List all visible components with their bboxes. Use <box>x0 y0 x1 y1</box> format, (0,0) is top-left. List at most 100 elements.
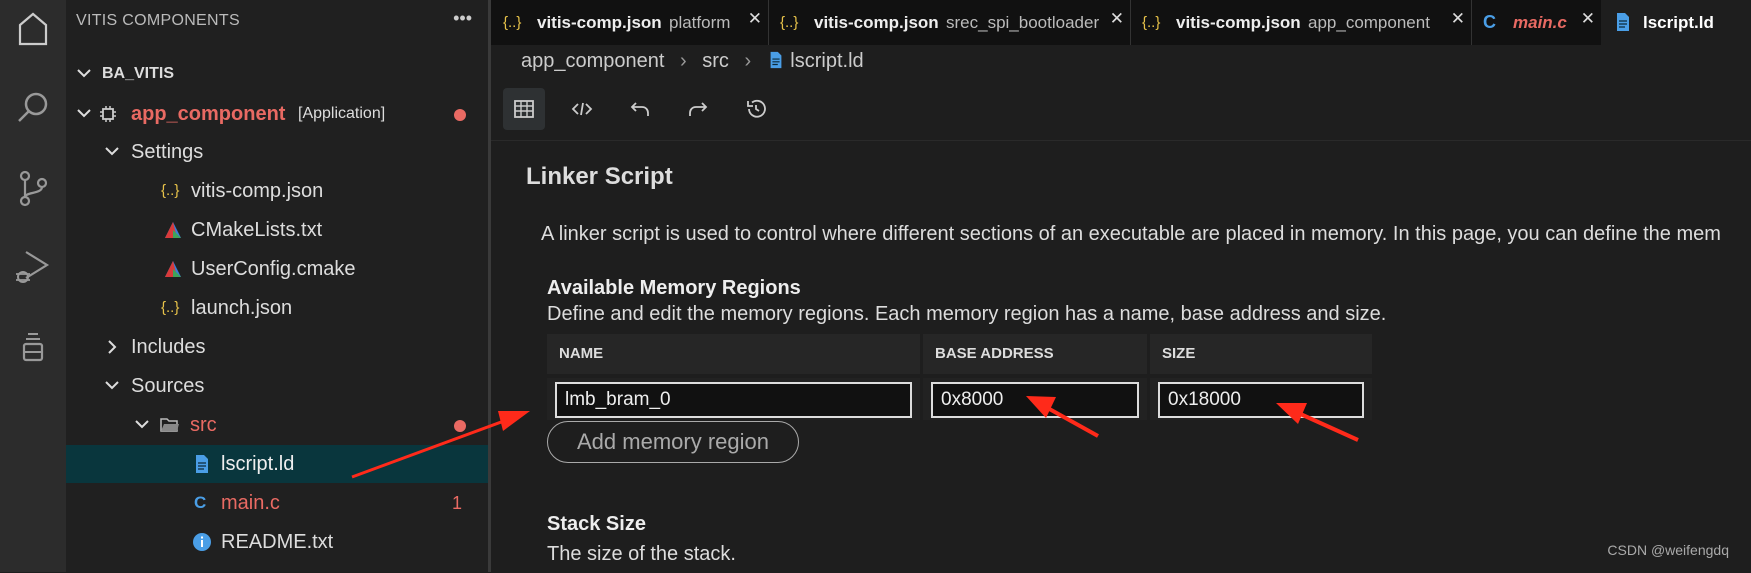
editor-area: {..} vitis-comp.json platform ✕ {..} vit… <box>491 0 1751 572</box>
home-icon[interactable] <box>13 8 53 48</box>
column-header-size: SIZE <box>1150 334 1372 374</box>
add-memory-region-button[interactable]: Add memory region <box>547 421 799 463</box>
component-type-tag: [Application] <box>298 105 386 122</box>
settings-folder-row[interactable]: Settings <box>66 133 488 171</box>
src-folder-label: src <box>190 414 217 436</box>
size-input[interactable]: 0x18000 <box>1158 382 1364 418</box>
section-title: Available Memory Regions <box>547 277 801 299</box>
c-file-icon: C <box>194 493 207 512</box>
table-view-button[interactable] <box>503 88 545 130</box>
breadcrumb-item[interactable]: app_component <box>521 50 664 72</box>
file-label: README.txt <box>221 531 334 553</box>
tab-label: vitis-comp.json <box>1176 13 1301 32</box>
code-view-icon <box>571 102 593 116</box>
tab-label: lscript.ld <box>1643 13 1714 32</box>
component-row[interactable]: app_component [Application] <box>66 95 488 133</box>
close-icon[interactable]: ✕ <box>748 0 762 41</box>
close-icon[interactable]: ✕ <box>1581 0 1595 41</box>
tab-lscript-ld[interactable]: lscript.ld <box>1601 0 1751 45</box>
sources-folder-label: Sources <box>131 375 205 397</box>
region-name-input[interactable]: lmb_bram_0 <box>555 382 912 418</box>
page-description: A linker script is used to control where… <box>541 223 1721 245</box>
breadcrumb-separator: › <box>680 50 687 72</box>
memory-regions-table: NAME BASE ADDRESS SIZE lmb_bram_0 0x8000… <box>547 334 1372 420</box>
file-icon <box>770 51 782 69</box>
base-address-input[interactable]: 0x8000 <box>931 382 1139 418</box>
settings-folder-label: Settings <box>131 141 204 163</box>
src-item-main-c[interactable]: C main.c 1 <box>66 484 488 522</box>
json-file-icon: {..} <box>503 14 522 31</box>
modified-indicator <box>454 109 466 121</box>
chevron-right-icon <box>108 340 117 354</box>
explorer-sidebar: VITIS COMPONENTS ••• BA_VITIS app_compon… <box>66 0 491 572</box>
linker-script-editor: Linker Script A linker script is used to… <box>491 140 1751 573</box>
settings-item-cmakelists[interactable]: CMakeLists.txt <box>66 211 488 249</box>
tab-vitis-comp-platform[interactable]: {..} vitis-comp.json platform ✕ <box>491 0 769 45</box>
breadcrumb-item[interactable]: src <box>702 50 729 72</box>
run-debug-icon[interactable] <box>13 246 53 286</box>
section-description: The size of the stack. <box>547 543 736 565</box>
tab-description: platform <box>669 13 731 32</box>
table-cell: 0x8000 <box>923 378 1147 420</box>
close-icon[interactable]: ✕ <box>1451 0 1465 41</box>
breadcrumb: app_component › src › lscript.ld <box>521 50 864 76</box>
tab-vitis-comp-bootloader[interactable]: {..} vitis-comp.json srec_spi_bootloader… <box>768 0 1131 45</box>
breadcrumb-item[interactable]: lscript.ld <box>790 50 863 72</box>
includes-folder-row[interactable]: Includes <box>66 328 488 366</box>
tab-description: app_component <box>1308 13 1430 32</box>
redo-button[interactable] <box>677 88 719 130</box>
search-icon[interactable] <box>13 88 53 128</box>
info-icon <box>193 533 211 551</box>
sidebar-title: VITIS COMPONENTS <box>76 12 240 29</box>
src-item-readme[interactable]: README.txt <box>66 523 488 561</box>
page-title: Linker Script <box>526 163 673 190</box>
extensions-icon[interactable] <box>13 326 53 366</box>
tab-description: srec_spi_bootloader <box>946 13 1100 32</box>
close-icon[interactable]: ✕ <box>1110 0 1124 41</box>
tab-label: main.c <box>1513 13 1567 32</box>
folder-open-icon <box>160 418 179 432</box>
settings-item-userconfig[interactable]: UserConfig.cmake <box>66 250 488 288</box>
breadcrumb-separator: › <box>744 50 752 72</box>
file-label: main.c <box>221 492 280 514</box>
src-item-lscript[interactable]: lscript.ld <box>66 445 488 483</box>
table-cell: lmb_bram_0 <box>547 378 920 420</box>
more-actions-icon[interactable]: ••• <box>453 8 472 29</box>
json-file-icon: {..} <box>161 299 180 316</box>
sources-folder-row[interactable]: Sources <box>66 367 488 405</box>
chevron-down-icon <box>77 69 91 78</box>
chevron-down-icon <box>135 420 149 429</box>
table-cell: 0x18000 <box>1150 378 1372 420</box>
file-icon <box>196 455 208 473</box>
chevron-down-icon <box>77 109 91 118</box>
c-file-icon: C <box>1483 12 1496 32</box>
code-view-button[interactable] <box>561 88 603 130</box>
file-label: CMakeLists.txt <box>191 219 323 241</box>
file-label: UserConfig.cmake <box>191 258 356 280</box>
chip-icon <box>100 106 116 122</box>
watermark: CSDN @weifengdq <box>1607 542 1729 558</box>
settings-item-vitis-comp[interactable]: {..} vitis-comp.json <box>66 172 488 210</box>
undo-button[interactable] <box>619 88 661 130</box>
workspace-name: BA_VITIS <box>102 65 175 82</box>
settings-item-launch[interactable]: {..} launch.json <box>66 289 488 327</box>
section-description: Define and edit the memory regions. Each… <box>547 303 1387 325</box>
problem-count-badge: 1 <box>452 493 463 513</box>
src-folder-row[interactable]: src <box>66 406 488 444</box>
column-header-base-address: BASE ADDRESS <box>923 334 1147 374</box>
source-control-icon[interactable] <box>13 168 53 208</box>
workspace-row[interactable]: BA_VITIS <box>66 55 488 93</box>
section-title: Stack Size <box>547 513 646 535</box>
file-icon <box>1617 13 1629 31</box>
history-button[interactable] <box>735 88 777 130</box>
json-file-icon: {..} <box>1142 14 1161 31</box>
activity-bar <box>0 0 67 572</box>
file-label: lscript.ld <box>221 453 295 475</box>
redo-icon <box>689 102 708 116</box>
json-file-icon: {..} <box>780 14 799 31</box>
tab-main-c[interactable]: C main.c ✕ <box>1471 0 1602 45</box>
tab-vitis-comp-app[interactable]: {..} vitis-comp.json app_component ✕ <box>1130 0 1472 45</box>
history-icon <box>747 99 766 118</box>
includes-folder-label: Includes <box>131 336 206 358</box>
cmake-icon <box>165 261 181 277</box>
